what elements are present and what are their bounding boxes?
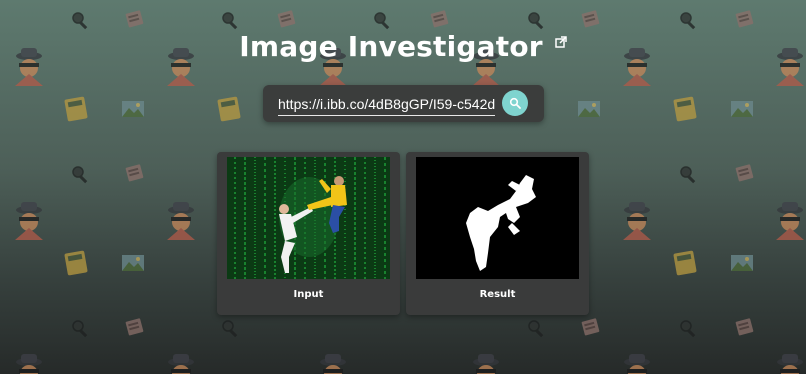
input-caption: Input — [293, 289, 324, 300]
url-input[interactable] — [278, 93, 495, 116]
input-card: Input — [217, 152, 400, 315]
search-bar — [263, 85, 544, 122]
search-button[interactable] — [502, 90, 528, 116]
result-caption: Result — [479, 289, 516, 300]
result-card: Result — [406, 152, 589, 315]
page-title: Image Investigator — [0, 30, 806, 63]
result-image[interactable] — [416, 157, 579, 279]
search-icon — [509, 97, 521, 109]
external-link-icon[interactable] — [554, 36, 567, 48]
page-title-text: Image Investigator — [239, 30, 543, 63]
input-image[interactable] — [227, 157, 390, 279]
